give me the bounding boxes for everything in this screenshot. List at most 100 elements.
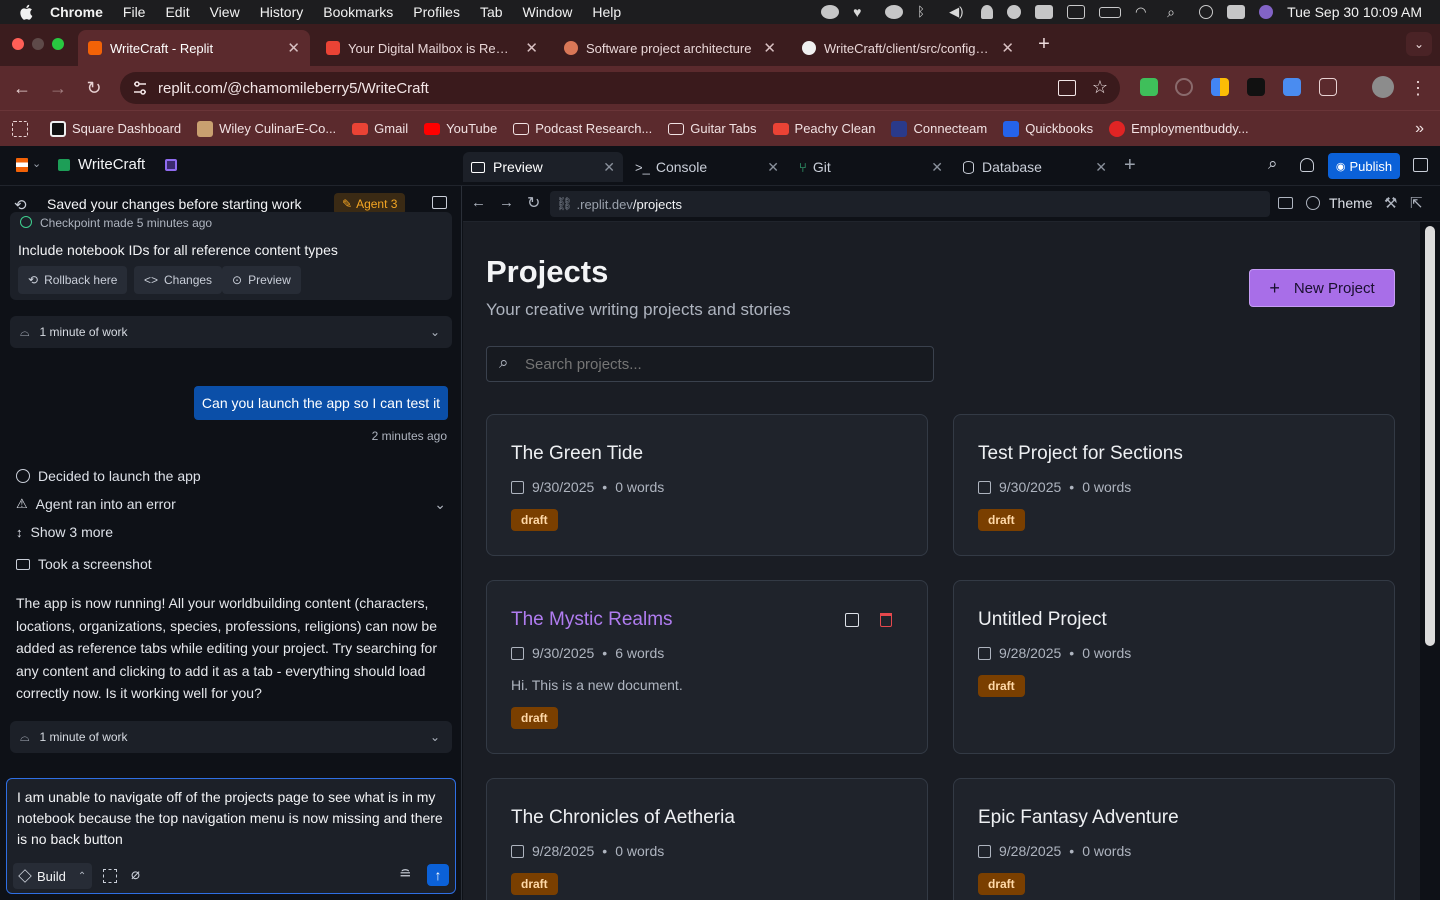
close-tab-icon[interactable]: ✕ [767,159,779,176]
profile-avatar[interactable] [1372,76,1394,98]
install-app-icon[interactable] [1058,80,1076,96]
tab-git[interactable]: ⑂ Git ✕ [791,152,951,182]
invite-user-icon[interactable] [1300,158,1314,172]
forward-arrow-icon[interactable]: → [48,78,68,98]
siri-icon[interactable] [1259,5,1274,19]
battery-icon[interactable] [1099,6,1122,18]
volume-icon[interactable]: ◀) [949,5,967,19]
user-icon[interactable] [981,5,994,19]
devices-icon[interactable] [1278,197,1293,209]
tab-database[interactable]: Database ✕ [955,152,1115,182]
extension-pen-icon[interactable] [1140,78,1158,96]
palette-icon[interactable] [1306,196,1320,210]
extension-dark-icon[interactable] [1247,78,1265,96]
account-icon[interactable] [1007,5,1022,19]
preview-scrollbar[interactable] [1420,222,1440,900]
preview-button[interactable]: ⊙ Preview [222,266,301,294]
work-summary-row[interactable]: ⌓ 1 minute of work ⌄ [10,316,452,348]
menu-edit[interactable]: Edit [165,4,189,20]
search-icon[interactable]: ⌕ [1268,154,1278,174]
bookmark-item[interactable]: Wiley CulinarE-Co... [197,120,336,137]
apps-grid-icon[interactable] [12,120,28,137]
display-icon[interactable] [1035,5,1054,19]
menu-help[interactable]: Help [592,4,621,20]
new-chat-icon[interactable] [432,196,447,209]
reload-icon[interactable]: ↻ [84,78,104,98]
browser-tab-replit[interactable]: WriteCraft - Replit ✕ [78,30,310,66]
bookmark-item[interactable]: Square Dashboard [50,120,181,137]
back-arrow-icon[interactable]: ← [12,78,32,98]
menu-tab[interactable]: Tab [480,4,503,20]
menu-file[interactable]: File [123,4,146,20]
chevron-down-icon[interactable]: ⌄ [32,157,41,170]
bookmark-item[interactable]: Gmail [352,121,408,136]
reload-icon[interactable]: ↻ [527,193,540,213]
edit-icon[interactable] [845,613,859,627]
spotlight-search-icon[interactable]: ⌕ [1167,5,1185,19]
bookmark-item[interactable]: YouTube [424,121,497,136]
rollback-button[interactable]: ⟲ Rollback here [18,266,128,294]
window-icon[interactable] [1067,5,1086,19]
bookmark-item[interactable]: Guitar Tabs [668,121,757,136]
tab-search-button[interactable]: ⌄ [1406,32,1432,56]
close-tab-icon[interactable]: ✕ [1001,39,1014,57]
event-error[interactable]: ⚠ Agent ran into an error ⌄ [16,496,446,513]
mode-selector[interactable]: Build ⌃ [13,863,93,889]
search-projects-input[interactable] [525,353,925,375]
bookmark-star-icon[interactable]: ☆ [1092,77,1108,98]
bookmark-item[interactable]: Employmentbuddy... [1109,120,1249,137]
close-tab-icon[interactable]: ✕ [763,39,776,57]
extensions-puzzle-icon[interactable] [1319,78,1337,96]
bookmark-item[interactable]: Podcast Research... [513,121,652,136]
work-summary-row[interactable]: ⌓ 1 minute of work ⌄ [10,721,452,753]
add-tab-icon[interactable]: + [1124,154,1136,177]
devtools-wrench-icon[interactable]: ⚒ [1384,194,1397,212]
browser-tab-github[interactable]: WriteCraft/client/src/configs/c ✕ [792,30,1024,66]
menu-bookmarks[interactable]: Bookmarks [323,4,393,20]
replit-logo-icon[interactable] [16,158,28,172]
chat-input-box[interactable]: I am unable to navigate off of the proje… [6,778,456,894]
address-bar[interactable]: replit.com/@chamomileberry5/WriteCraft ☆ [120,72,1120,104]
bookmark-item[interactable]: Connecteam [891,120,987,137]
bookmark-item[interactable]: Quickbooks [1003,120,1093,137]
send-button[interactable]: ↑ [427,864,449,886]
project-card[interactable]: Epic Fantasy Adventure 9/28/2025 • 0 words… [953,778,1395,900]
wifi-icon[interactable]: ◠ [1135,5,1153,19]
show-more-button[interactable]: ↕ Show 3 more [16,524,113,540]
minimize-window-button[interactable] [32,38,44,50]
trash-icon[interactable] [880,613,892,627]
new-project-button[interactable]: + New Project [1249,269,1395,307]
close-tab-icon[interactable]: ✕ [525,39,538,57]
back-arrow-icon[interactable]: ← [471,194,486,211]
forward-arrow-icon[interactable]: → [499,194,514,211]
select-element-icon[interactable] [103,869,117,883]
preview-url-field[interactable]: ⛓ .replit.dev /projects [550,191,1270,217]
settings-sliders-icon[interactable]: ≘ [399,865,412,883]
site-settings-icon[interactable] [132,80,148,96]
open-new-window-icon[interactable]: ⇱ [1410,194,1423,212]
close-window-button[interactable] [12,38,24,50]
project-card[interactable]: The Green Tide 9/30/2025 • 0 words draft [486,414,928,556]
attach-icon[interactable]: ⌀ [131,865,140,883]
search-projects-box[interactable]: ⌕ [486,346,934,382]
project-card[interactable]: Test Project for Sections 9/30/2025 • 0 wo… [953,414,1395,556]
menu-history[interactable]: History [260,4,304,20]
status-app-icon[interactable] [821,5,840,19]
tab-console[interactable]: >_ Console ✕ [627,152,787,182]
chrome-menu-icon[interactable]: ⋮ [1408,78,1428,98]
more-bookmarks-icon[interactable]: » [1415,120,1424,138]
play-icon[interactable] [1199,5,1214,19]
publish-button[interactable]: ◉ Publish [1328,153,1400,179]
bluetooth-icon[interactable]: ᛒ [917,5,935,19]
maximize-window-button[interactable] [52,38,64,50]
close-tab-icon[interactable]: ✕ [931,159,943,176]
extension-colorful-icon[interactable] [1211,78,1229,96]
new-tab-button[interactable]: + [1034,34,1054,54]
apple-logo-icon[interactable] [18,3,36,21]
extension-loader-icon[interactable] [1175,78,1193,96]
menubar-clock[interactable]: Tue Sep 30 10:09 AM [1287,4,1422,20]
bookmark-item[interactable]: Peachy Clean [772,121,875,136]
menu-profiles[interactable]: Profiles [413,4,460,20]
grammarly-icon[interactable] [885,5,904,19]
project-card-hovered[interactable]: The Mystic Realms 9/30/2025 • 6 words Hi. … [486,580,928,754]
